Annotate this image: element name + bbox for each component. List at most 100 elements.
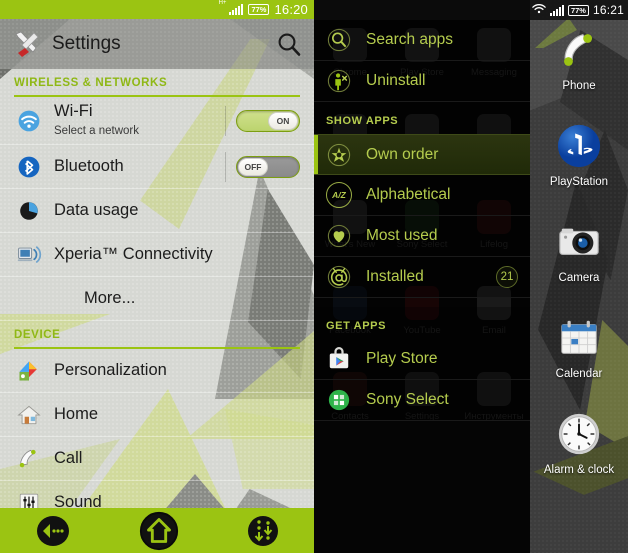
settings-list: WIRELESS & NETWORKS Wi-Fi Select a netwo… — [0, 69, 314, 553]
row-divider — [225, 151, 226, 182]
drawer-item-uninstall[interactable]: Uninstall — [314, 61, 530, 102]
status-clock: 16:20 — [274, 2, 308, 17]
settings-row-text: Personalization — [54, 361, 300, 380]
settings-panel: H+ 77% 16:20 Settings WIRELESS & NETWORK… — [0, 0, 314, 553]
network-type-icon: H+ — [218, 0, 227, 6]
alphabetical-icon: A/Z — [326, 182, 352, 208]
home-app-playstation[interactable]: PlayStation — [530, 122, 628, 206]
row-title: Wi-Fi — [54, 102, 93, 120]
drawer-item-most-used[interactable]: Most used — [314, 216, 530, 257]
screenshot-root: H+ 77% 16:20 Settings WIRELESS & NETWORK… — [0, 0, 628, 553]
home-app-label: PlayStation — [549, 176, 609, 188]
drawer-item-label: Play Store — [366, 350, 438, 367]
drawer-item-label: Installed — [366, 268, 424, 285]
drawer-section-get-apps: GET APPS — [314, 307, 530, 339]
search-icon — [326, 27, 352, 53]
settings-row-xperia-connectivity[interactable]: Xperia™ Connectivity — [0, 233, 314, 277]
row-title: Call — [54, 449, 83, 467]
home-app-phone[interactable]: Phone — [530, 26, 628, 110]
home-app-alarm-clock[interactable]: Alarm & clock — [530, 410, 628, 494]
drawer-item-alphabetical[interactable]: A/Z Alphabetical — [314, 175, 530, 216]
drawer-status-bar — [314, 0, 530, 20]
settings-row-bluetooth[interactable]: Bluetooth OFF — [0, 145, 314, 189]
home-app-camera[interactable]: Camera — [530, 218, 628, 302]
drawer-item-label: Search apps — [366, 31, 454, 48]
installed-count-badge: 21 — [496, 266, 518, 288]
drawer-item-label: Sony Select — [366, 391, 449, 408]
section-label: DEVICE — [14, 329, 61, 341]
home-app-label: Alarm & clock — [543, 464, 615, 476]
az-ring: A/Z — [326, 182, 352, 208]
bluetooth-icon — [14, 152, 44, 182]
settings-status-bar: H+ 77% 16:20 — [0, 0, 314, 19]
app-drawer-panel: ChromePlay StoreMessagingWalkmanAlbumMov… — [314, 0, 530, 553]
home-app-column: Phone PlayStation Camera Calendar Alarm … — [530, 26, 628, 506]
section-label: WIRELESS & NETWORKS — [14, 77, 168, 89]
home-icon — [14, 400, 44, 430]
drawer-list-gap — [314, 298, 530, 307]
wifi-icon — [14, 106, 44, 136]
settings-row-more[interactable]: More... — [0, 277, 314, 321]
home-app-calendar[interactable]: Calendar — [530, 314, 628, 398]
drawer-item-own-order[interactable]: Own order — [314, 134, 530, 175]
play-store-icon — [326, 346, 352, 372]
home-app-label: Calendar — [555, 368, 603, 380]
section-label: SHOW APPS — [326, 115, 399, 127]
section-header-device: DEVICE — [0, 321, 314, 343]
drawer-item-search-apps[interactable]: Search apps — [314, 20, 530, 61]
drawer-item-installed[interactable]: Installed 21 — [314, 257, 530, 298]
drawer-item-play-store[interactable]: Play Store — [314, 339, 530, 380]
settings-row-text: Call — [54, 449, 300, 468]
settings-nav-bar — [0, 508, 314, 553]
playstation-icon — [555, 122, 603, 170]
star-burst-icon — [326, 142, 352, 168]
settings-row-home[interactable]: Home — [0, 393, 314, 437]
status-clock: 16:21 — [592, 3, 624, 17]
settings-row-data-usage[interactable]: Data usage — [0, 189, 314, 233]
drawer-item-label: Most used — [366, 227, 438, 244]
recent-apps-icon[interactable] — [245, 514, 281, 548]
drawer-section-show-apps: SHOW APPS — [314, 102, 530, 134]
settings-row-wifi[interactable]: Wi-Fi Select a network ON — [0, 97, 314, 145]
search-icon[interactable] — [276, 31, 302, 57]
xperia-connectivity-icon — [14, 240, 44, 270]
settings-row-text: Data usage — [54, 201, 300, 220]
row-title: Bluetooth — [54, 157, 124, 175]
settings-row-call[interactable]: Call — [0, 437, 314, 481]
back-icon[interactable] — [33, 514, 73, 548]
phone-icon — [555, 26, 603, 74]
toggle-thumb: OFF — [238, 157, 268, 176]
home-app-label: Camera — [558, 272, 600, 284]
page-title: Settings — [52, 33, 121, 54]
drawer-item-sony-select[interactable]: Sony Select — [314, 380, 530, 421]
section-label: GET APPS — [326, 320, 387, 332]
wifi-toggle[interactable]: ON — [236, 109, 300, 132]
wifi-icon — [532, 1, 546, 19]
camera-icon — [555, 218, 603, 266]
settings-row-text: More... — [84, 289, 300, 308]
spacer-icon — [14, 284, 44, 314]
call-icon — [14, 444, 44, 474]
settings-row-text: Bluetooth — [54, 157, 225, 176]
drawer-item-label: Alphabetical — [366, 186, 451, 203]
settings-row-text: Xperia™ Connectivity — [54, 245, 300, 264]
drawer-item-label: Own order — [366, 145, 439, 163]
home-app-label: Phone — [562, 80, 596, 92]
row-title: Personalization — [54, 361, 167, 379]
signal-bars-icon — [549, 4, 564, 16]
home-screen-panel: 77% 16:21 Phone PlayStation Camera Calen… — [530, 0, 628, 553]
wrench-screwdriver-icon — [12, 30, 42, 58]
settings-row-personalization[interactable]: Personalization — [0, 349, 314, 393]
row-title: Data usage — [54, 201, 139, 219]
section-header-wireless: WIRELESS & NETWORKS — [0, 69, 314, 91]
battery-indicator: 77% — [248, 4, 270, 15]
battery-indicator: 77% — [567, 4, 589, 16]
drawer-item-label: Uninstall — [366, 72, 426, 89]
uninstall-icon — [326, 68, 352, 94]
home-nav-icon[interactable] — [138, 510, 180, 552]
settings-row-text: Wi-Fi Select a network — [54, 102, 225, 139]
bluetooth-toggle[interactable]: OFF — [236, 155, 300, 178]
personalization-icon — [14, 356, 44, 386]
data-usage-icon — [14, 196, 44, 226]
settings-row-text: Home — [54, 405, 300, 424]
